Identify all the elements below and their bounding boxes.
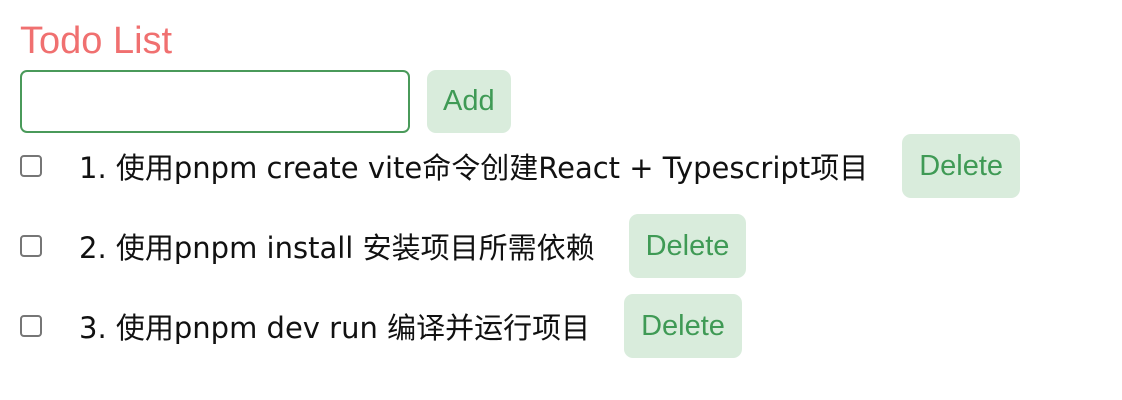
todo-checkbox[interactable] (20, 315, 42, 337)
todo-list: 1. 使用pnpm create vite命令创建React + Typescr… (20, 134, 1021, 374)
todo-checkbox[interactable] (20, 235, 42, 257)
todo-text: 2. 使用pnpm install 安装项目所需依赖 (79, 231, 595, 265)
todo-checkbox[interactable] (20, 155, 42, 177)
todo-text: 1. 使用pnpm create vite命令创建React + Typescr… (79, 151, 869, 185)
add-todo-form: Add (20, 70, 511, 133)
delete-button[interactable]: Delete (628, 214, 747, 278)
add-button[interactable]: Add (427, 70, 511, 133)
todo-item: 1. 使用pnpm create vite命令创建React + Typescr… (20, 134, 1021, 198)
page-title: Todo List (20, 20, 173, 62)
todo-item: 3. 使用pnpm dev run 编译并运行项目 Delete (20, 294, 1020, 358)
delete-button[interactable]: Delete (902, 134, 1021, 198)
todo-text: 3. 使用pnpm dev run 编译并运行项目 (79, 311, 591, 345)
todo-input[interactable] (20, 70, 410, 133)
delete-button[interactable]: Delete (624, 294, 742, 358)
todo-item: 2. 使用pnpm install 安装项目所需依赖 Delete (20, 214, 1020, 278)
